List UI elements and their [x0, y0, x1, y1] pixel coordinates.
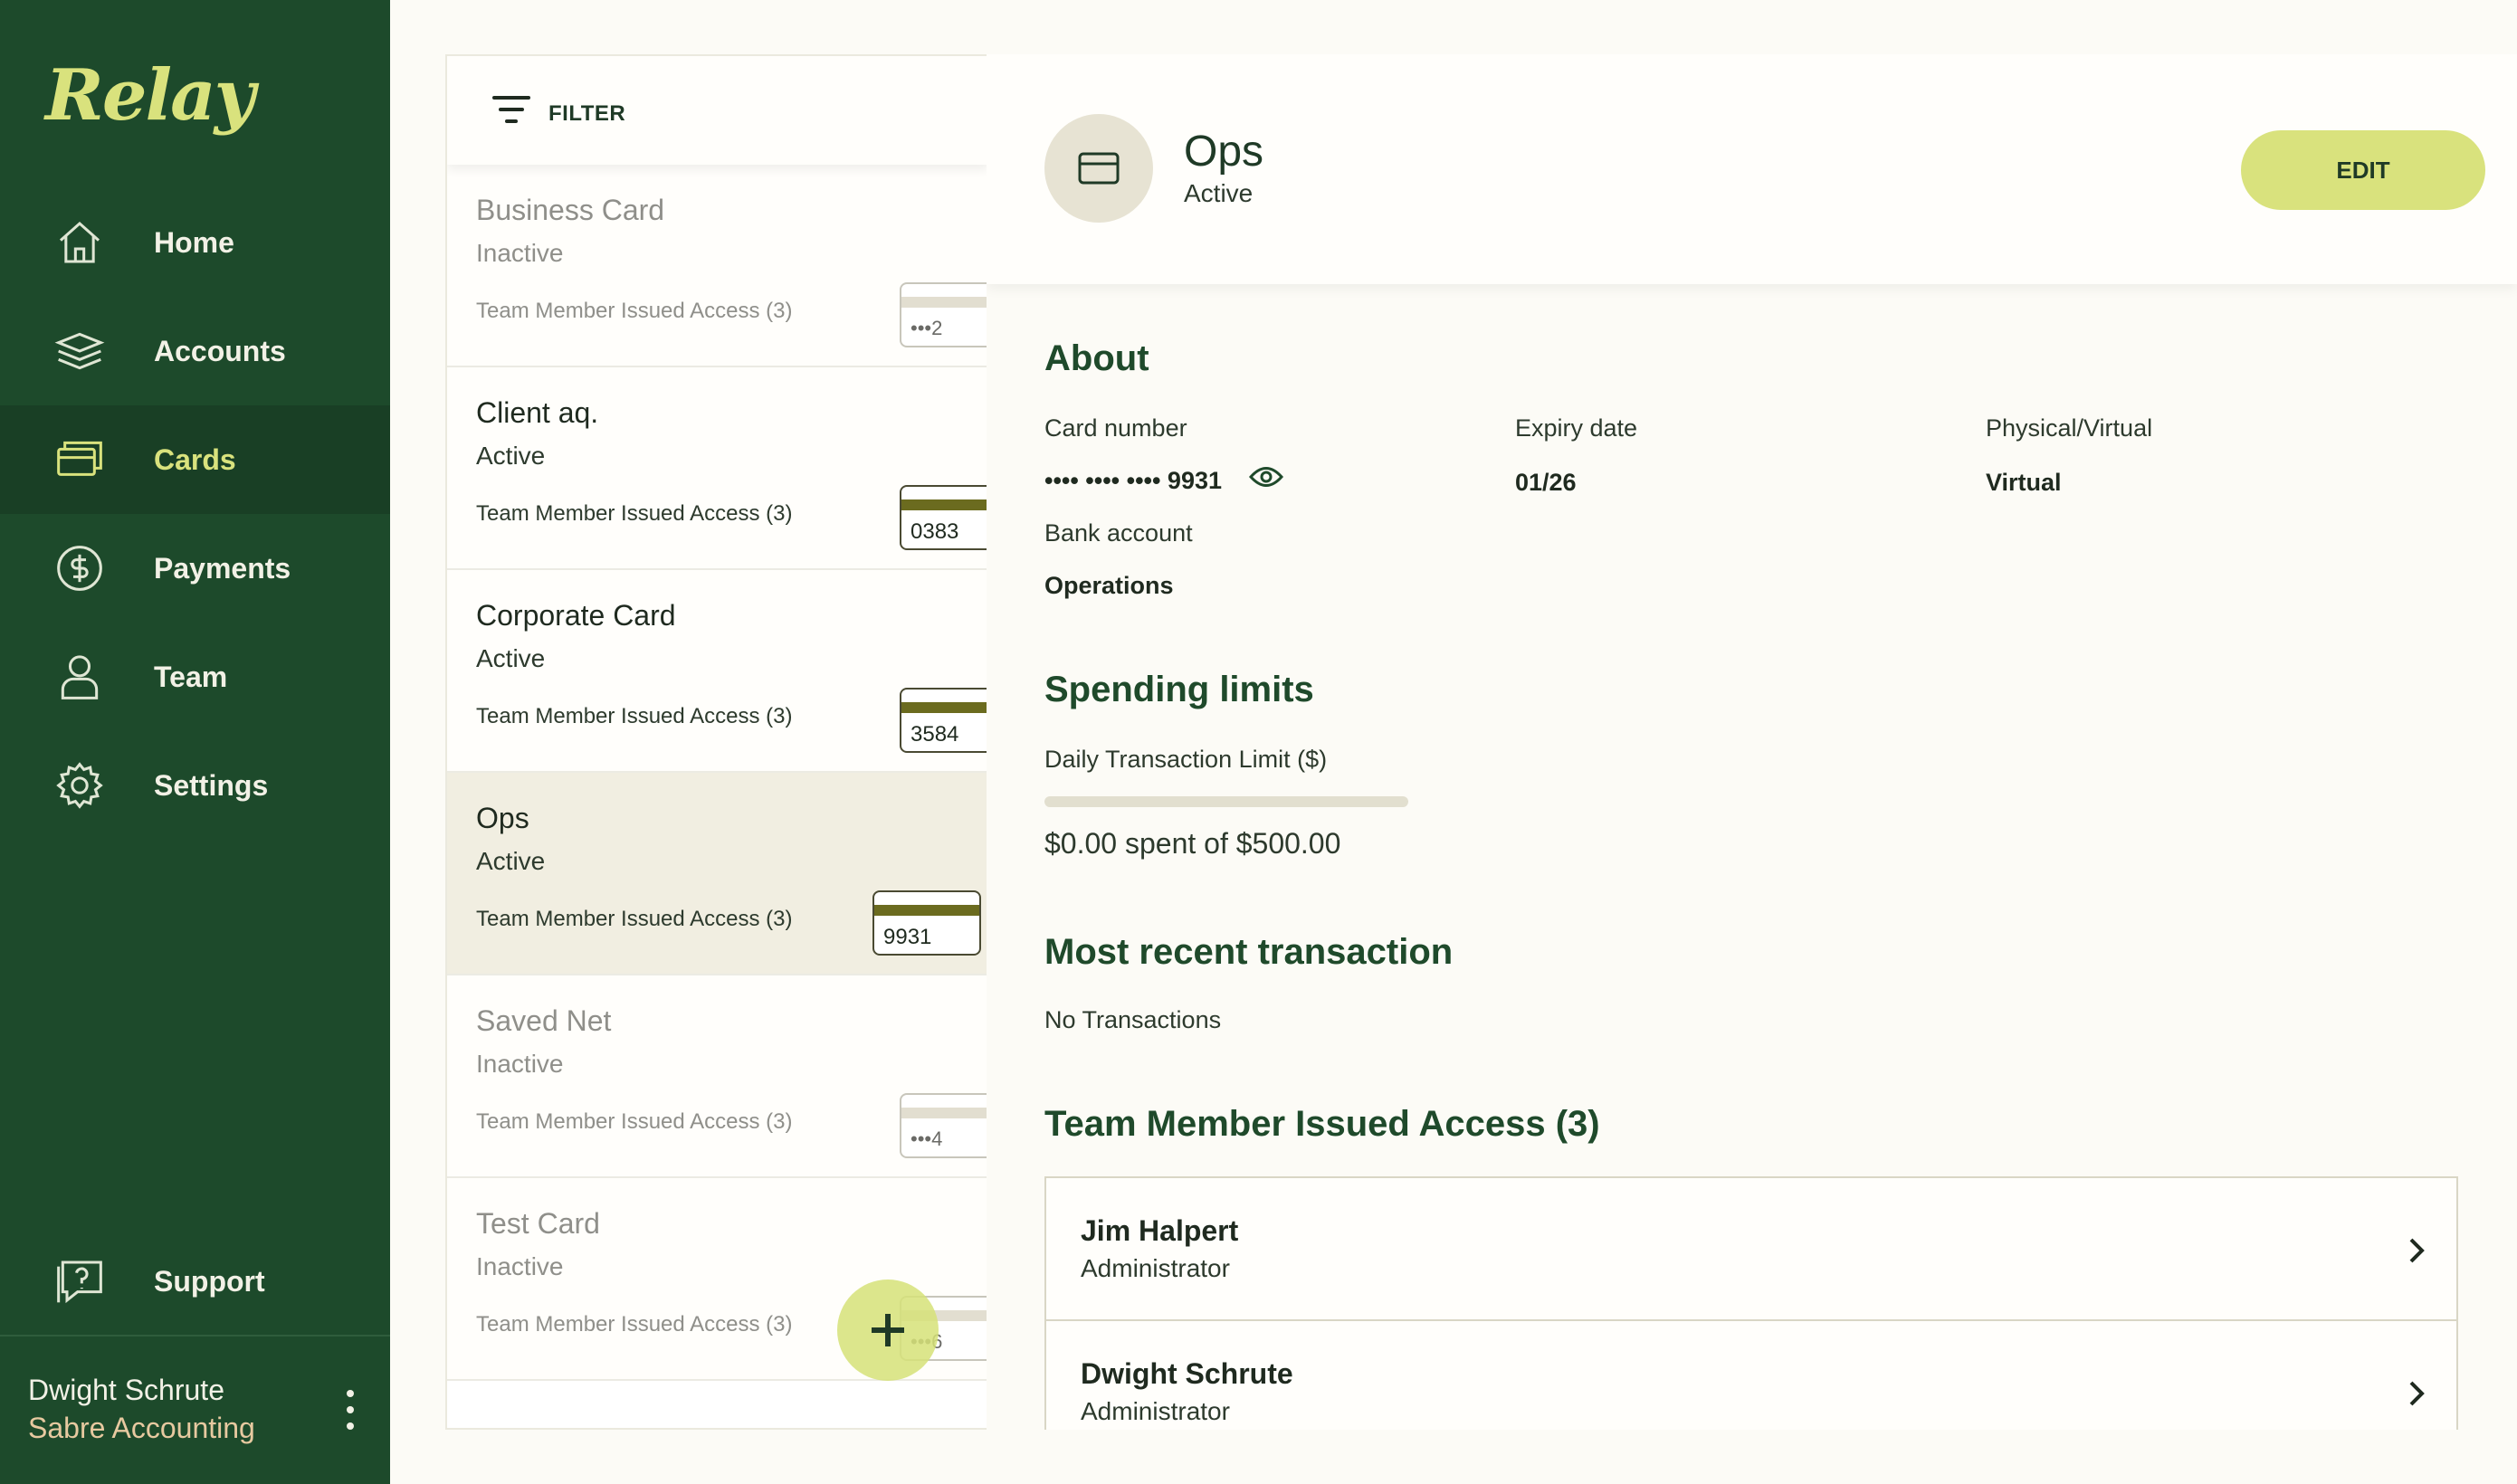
card-name: Saved Net	[476, 1004, 612, 1037]
person-icon	[52, 650, 107, 704]
card-type-value: Virtual	[1986, 469, 2062, 496]
relay-logo[interactable]: Relay	[45, 54, 255, 137]
user-name[interactable]: Dwight Schrute	[28, 1374, 224, 1407]
filter-label: FILTER	[548, 101, 626, 126]
user-org[interactable]: Sabre Accounting	[28, 1412, 255, 1445]
card-thumbnail: 0383	[900, 485, 987, 550]
card-list-item[interactable]: Business Card Inactive Team Member Issue…	[447, 165, 987, 367]
card-access: Team Member Issued Access (3)	[476, 907, 793, 931]
chevron-right-icon	[2404, 1232, 2431, 1269]
spent-amount: $0.00 spent of $500.00	[1044, 827, 1341, 860]
about-heading: About	[1044, 338, 1149, 378]
card-thumbnail: •••2	[900, 282, 987, 347]
daily-limit-label: Daily Transaction Limit ($)	[1044, 746, 1328, 773]
card-thumbnail: 9931	[872, 890, 981, 956]
sidebar: Relay Home Accounts Cards Payments Team	[0, 0, 390, 1484]
card-title: Ops	[1184, 128, 1264, 176]
add-card-button[interactable]	[837, 1279, 939, 1381]
bank-account-value: Operations	[1044, 572, 1174, 599]
dollar-icon	[52, 541, 107, 595]
expiry-label: Expiry date	[1515, 414, 1638, 442]
card-number-label: Card number	[1044, 414, 1187, 442]
nav-label-accounts: Accounts	[154, 334, 286, 367]
card-list-panel: FILTER Business Card Inactive Team Membe…	[445, 54, 987, 1430]
home-icon	[52, 215, 107, 270]
member-role: Administrator	[1081, 1254, 1230, 1282]
member-row[interactable]: Dwight Schrute Administrator	[1044, 1319, 2458, 1430]
card-last-digits: •••4	[911, 1127, 943, 1150]
edit-button[interactable]: EDIT	[2241, 130, 2485, 210]
nav-item-settings[interactable]: Settings	[0, 731, 390, 840]
card-status: Active	[476, 644, 546, 672]
card-access: Team Member Issued Access (3)	[476, 501, 793, 526]
card-access: Team Member Issued Access (3)	[476, 1312, 793, 1337]
card-status: Active	[1184, 179, 1254, 207]
filter-icon	[492, 96, 530, 125]
credit-card-icon	[1078, 152, 1120, 185]
nav-item-support[interactable]: Support	[0, 1227, 390, 1336]
filter-button[interactable]: FILTER	[447, 56, 987, 165]
expiry-value: 01/26	[1515, 469, 1577, 496]
card-status: Inactive	[476, 1252, 564, 1280]
layers-icon	[52, 324, 107, 378]
nav-item-payments[interactable]: Payments	[0, 514, 390, 623]
card-detail-panel: Ops Active EDIT About Card number •••• •…	[987, 54, 2517, 1430]
plus-icon	[872, 1314, 904, 1346]
member-name: Dwight Schrute	[1081, 1357, 1293, 1390]
members-heading: Team Member Issued Access (3)	[1044, 1104, 1600, 1144]
card-status: Inactive	[476, 1050, 564, 1078]
support-icon	[52, 1254, 107, 1308]
card-name: Ops	[476, 802, 529, 834]
more-vertical-icon[interactable]	[337, 1390, 364, 1430]
card-last-digits: 9931	[883, 925, 932, 949]
card-type-label: Physical/Virtual	[1986, 414, 2153, 442]
member-row[interactable]: Jim Halpert Administrator	[1044, 1176, 2458, 1321]
card-list-item-selected[interactable]: Ops Active Team Member Issued Access (3)…	[447, 773, 987, 975]
card-list-item[interactable]: Corporate Card Active Team Member Issued…	[447, 570, 987, 773]
card-status: Inactive	[476, 239, 564, 267]
card-last-digits: 0383	[911, 519, 959, 544]
card-thumbnail: •••4	[900, 1093, 987, 1158]
card-name: Business Card	[476, 194, 665, 226]
card-status: Active	[476, 847, 546, 875]
eye-icon[interactable]	[1248, 465, 1284, 489]
card-access: Team Member Issued Access (3)	[476, 299, 793, 323]
card-status: Active	[476, 442, 546, 470]
nav-item-home[interactable]: Home	[0, 188, 390, 297]
nav-label-team: Team	[154, 660, 228, 693]
nav-label-home: Home	[154, 225, 234, 259]
member-name: Jim Halpert	[1081, 1214, 1239, 1247]
card-avatar	[1044, 114, 1153, 223]
nav-item-cards[interactable]: Cards	[0, 405, 390, 514]
card-number-value: •••• •••• •••• 9931	[1044, 467, 1223, 494]
chevron-right-icon	[2404, 1375, 2431, 1412]
nav-label-support: Support	[154, 1264, 265, 1298]
card-name: Test Card	[476, 1207, 600, 1240]
gear-icon	[52, 758, 107, 813]
card-access: Team Member Issued Access (3)	[476, 704, 793, 728]
card-list-item[interactable]: Client aq. Active Team Member Issued Acc…	[447, 367, 987, 570]
card-access: Team Member Issued Access (3)	[476, 1109, 793, 1134]
card-last-digits: •••2	[911, 317, 943, 339]
member-role: Administrator	[1081, 1397, 1230, 1425]
no-transactions-text: No Transactions	[1044, 1006, 1222, 1033]
sidebar-divider	[0, 1335, 390, 1337]
nav-label-payments: Payments	[154, 551, 291, 585]
card-name: Client aq.	[476, 396, 599, 429]
card-list-item[interactable]: Saved Net Inactive Team Member Issued Ac…	[447, 975, 987, 1178]
card-thumbnail: 3584	[900, 688, 987, 753]
card-last-digits: 3584	[911, 722, 959, 747]
recent-transaction-heading: Most recent transaction	[1044, 932, 1454, 972]
nav-item-accounts[interactable]: Accounts	[0, 297, 390, 405]
nav-label-cards: Cards	[154, 442, 236, 476]
spending-limits-heading: Spending limits	[1044, 670, 1314, 709]
bank-account-label: Bank account	[1044, 519, 1193, 547]
limit-progress-bar	[1044, 796, 1408, 807]
detail-header: Ops Active EDIT	[987, 54, 2517, 284]
nav-item-team[interactable]: Team	[0, 623, 390, 731]
nav-label-settings: Settings	[154, 768, 269, 802]
cards-icon	[52, 433, 107, 487]
card-name: Corporate Card	[476, 599, 676, 632]
